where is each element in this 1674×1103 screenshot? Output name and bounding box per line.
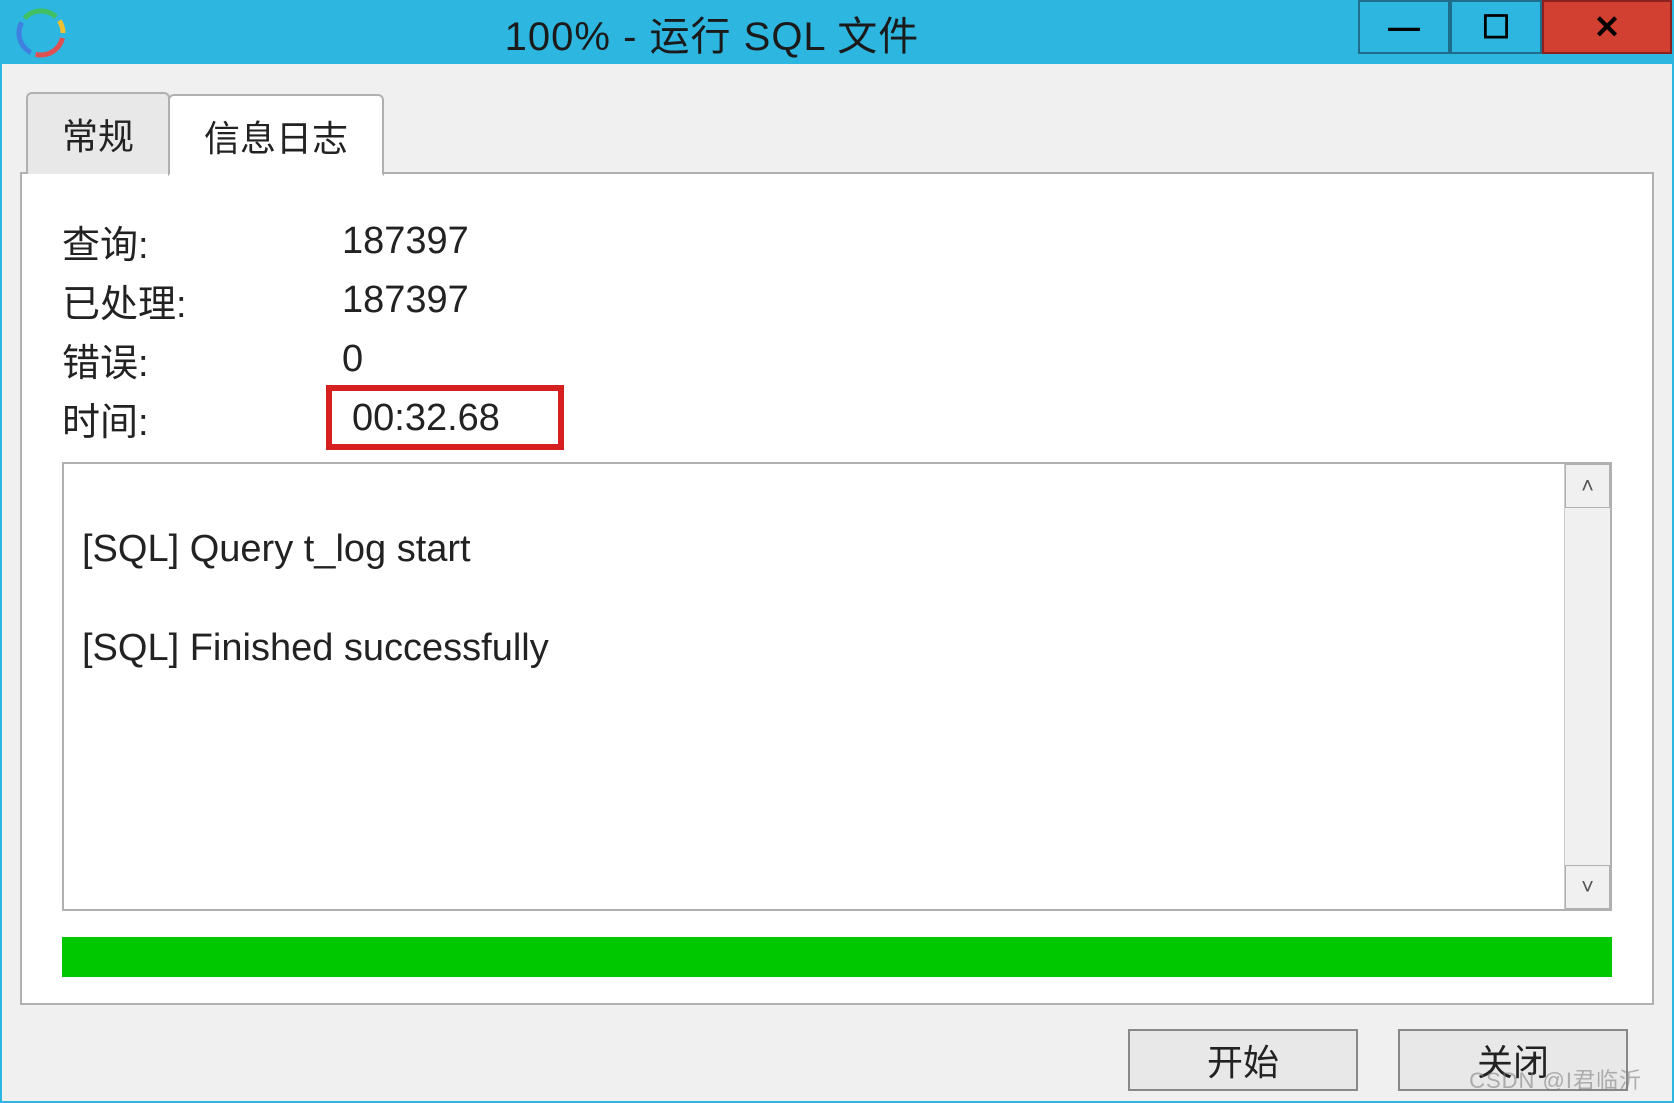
- maximize-button[interactable]: ☐: [1450, 0, 1542, 54]
- log-box: [SQL] Query t_log start [SQL] Finished s…: [62, 462, 1612, 911]
- log-line: [SQL] Query t_log start: [82, 525, 1546, 574]
- minimize-button[interactable]: —: [1358, 0, 1450, 54]
- close-button[interactable]: 关闭: [1398, 1029, 1628, 1091]
- error-label: 错误:: [62, 332, 342, 387]
- minimize-icon: —: [1388, 11, 1420, 43]
- maximize-icon: ☐: [1482, 11, 1511, 43]
- scrollbar[interactable]: ˄ ˅: [1564, 464, 1610, 909]
- chevron-up-icon: ˄: [1581, 473, 1594, 499]
- close-window-button[interactable]: ✕: [1542, 0, 1672, 54]
- close-icon: ✕: [1594, 11, 1621, 43]
- time-label: 时间:: [62, 391, 342, 446]
- titlebar[interactable]: 100% - 运行 SQL 文件 — ☐ ✕: [2, 2, 1672, 64]
- start-button[interactable]: 开始: [1128, 1029, 1358, 1091]
- tab-info-log[interactable]: 信息日志: [168, 94, 384, 176]
- tab-strip: 常规 信息日志: [26, 92, 1654, 174]
- tab-general[interactable]: 常规: [26, 92, 170, 174]
- tab-body: 查询: 187397 已处理: 187397 错误: 0 时间: 00:32.6…: [20, 172, 1654, 1005]
- stats-grid: 查询: 187397 已处理: 187397 错误: 0 时间: 00:32.6…: [62, 214, 1612, 446]
- processed-value: 187397: [342, 279, 1612, 322]
- time-value-cell: 00:32.68: [342, 395, 1612, 442]
- window-title: 100% - 运行 SQL 文件: [66, 4, 1358, 62]
- log-line: [SQL] Finished successfully: [82, 624, 1546, 673]
- chevron-down-icon: ˅: [1581, 874, 1594, 900]
- button-row: 开始 关闭: [20, 1005, 1654, 1091]
- query-label: 查询:: [62, 214, 342, 269]
- window-controls: — ☐ ✕: [1358, 2, 1672, 64]
- dialog-window: 100% - 运行 SQL 文件 — ☐ ✕ 常规 信息日志 查询: 18739…: [0, 0, 1674, 1103]
- scroll-down-button[interactable]: ˅: [1565, 865, 1610, 909]
- app-icon: [16, 8, 66, 58]
- client-area: 常规 信息日志 查询: 187397 已处理: 187397 错误: 0 时间:…: [2, 64, 1672, 1101]
- processed-label: 已处理:: [62, 273, 342, 328]
- progress-bar: [62, 937, 1612, 977]
- query-value: 187397: [342, 220, 1612, 263]
- scroll-up-button[interactable]: ˄: [1565, 464, 1610, 508]
- time-value: 00:32.68: [352, 397, 500, 439]
- log-content[interactable]: [SQL] Query t_log start [SQL] Finished s…: [64, 464, 1564, 909]
- error-value: 0: [342, 338, 1612, 381]
